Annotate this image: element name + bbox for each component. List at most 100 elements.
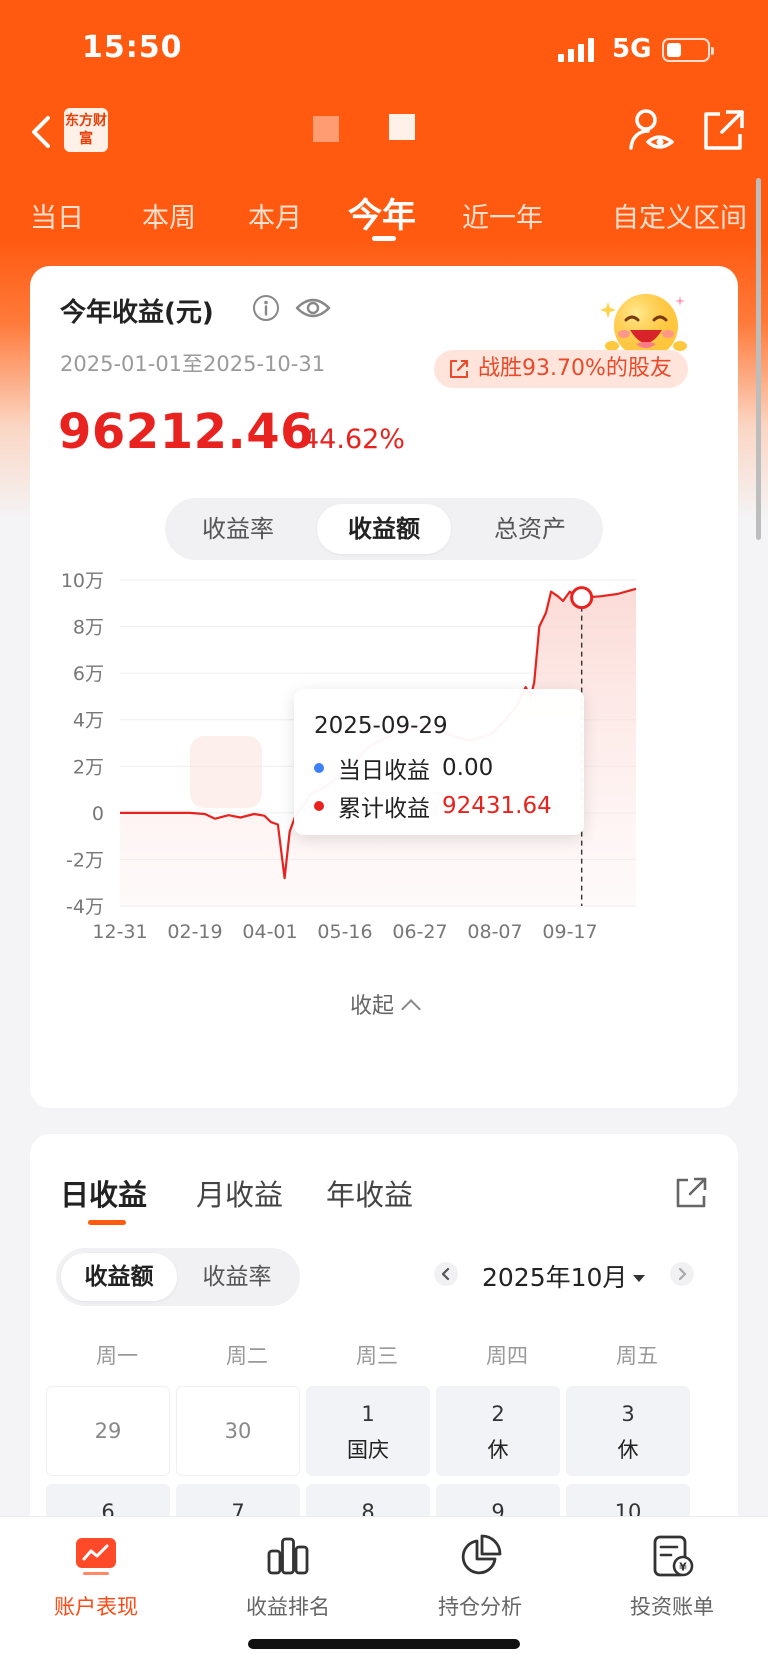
y-tick-label: -2万: [66, 849, 104, 871]
tooltip-label: 当日收益: [338, 758, 430, 784]
weekday-tue: 周二: [226, 1344, 268, 1368]
date-range: 2025-01-01至2025-10-31: [60, 352, 326, 376]
tab-last-year[interactable]: 近一年: [462, 196, 543, 235]
scrollbar[interactable]: [756, 178, 761, 540]
bill-icon: ¥: [653, 1535, 694, 1577]
eye-icon[interactable]: [294, 294, 332, 322]
chart-tab-profit-amount[interactable]: 收益额: [317, 504, 451, 554]
tab-monthly-profit[interactable]: 月收益: [196, 1172, 283, 1214]
tab-this-month[interactable]: 本月: [248, 196, 302, 235]
calendar-day[interactable]: 30: [176, 1386, 300, 1476]
user-privacy-icon[interactable]: [628, 106, 676, 154]
share-icon[interactable]: [700, 108, 746, 154]
beat-percentage-text: 战胜93.70%的股友: [478, 356, 672, 381]
total-profit-value: 96212.46: [58, 404, 315, 460]
daily-mode-segment: 收益额 收益率: [56, 1248, 300, 1306]
tooltip-value: 0.00: [442, 755, 494, 781]
y-tick-label: 10万: [61, 570, 104, 592]
tab-this-year[interactable]: 今年: [348, 188, 416, 237]
day-number: 1: [361, 1402, 375, 1426]
tab-custom-range[interactable]: 自定义区间: [612, 196, 747, 235]
day-note: 休: [617, 1438, 639, 1462]
calendar-day[interactable]: 2休: [436, 1386, 560, 1476]
daily-tab-indicator: [88, 1220, 126, 1225]
mode-return-rate[interactable]: 收益率: [179, 1253, 295, 1301]
cumulative-dot-icon: [314, 801, 324, 811]
y-tick-label: 2万: [73, 756, 104, 778]
back-arrow-icon[interactable]: [24, 112, 64, 152]
tab-yearly-profit[interactable]: 年收益: [326, 1172, 413, 1214]
weekday-thu: 周四: [486, 1344, 528, 1368]
day-note: 休: [487, 1438, 509, 1462]
watermark-logo: [190, 736, 262, 808]
x-tick-label: 08-07: [467, 921, 522, 943]
y-tick-label: 4万: [73, 710, 104, 732]
chevron-left-icon: [441, 1267, 450, 1281]
next-month-button[interactable]: [670, 1262, 694, 1286]
svg-text:¥: ¥: [679, 1561, 687, 1574]
home-indicator: [248, 1639, 520, 1649]
tooltip-value: 92431.64: [442, 793, 552, 819]
month-selector[interactable]: 2025年10月: [482, 1258, 646, 1294]
collapse-label: 收起: [349, 994, 394, 1019]
profit-rate-value: 44.62%: [302, 424, 405, 455]
nav-investment-bill[interactable]: ¥ 投资账单: [576, 1533, 768, 1621]
nav-label: 收益排名: [246, 1595, 330, 1619]
x-tick-label: 09-17: [542, 921, 597, 943]
x-tick-label: 05-16: [317, 921, 372, 943]
month-label: 2025年10月: [482, 1263, 628, 1292]
pie-chart-icon: [461, 1534, 502, 1575]
calendar-day[interactable]: 1 国庆: [306, 1386, 430, 1476]
x-tick-label: 02-19: [167, 921, 222, 943]
beat-percentage-badge[interactable]: 战胜93.70%的股友: [434, 350, 688, 388]
status-bar: 15:50 5G: [0, 0, 768, 100]
info-icon[interactable]: [252, 294, 280, 322]
share-small-icon: [450, 360, 468, 378]
tooltip-date: 2025-09-29: [314, 713, 448, 739]
y-tick-label: -4万: [66, 896, 104, 918]
tab-this-week[interactable]: 本周: [142, 196, 196, 235]
weekday-fri: 周五: [616, 1344, 658, 1368]
chart-tooltip: 2025-09-29 当日收益 0.00 累计收益 92431.64: [294, 689, 584, 835]
share-icon[interactable]: [674, 1176, 708, 1210]
yearly-profit-card: 今年收益(元) 2025-01-01至2025-10-31 战胜93.70%的股…: [30, 266, 738, 1108]
nav-account-performance[interactable]: 账户表现: [0, 1533, 192, 1621]
day-number: 2: [491, 1402, 505, 1426]
day-number: 29: [94, 1419, 122, 1443]
chevron-right-icon: [678, 1267, 687, 1281]
chart-mode-segment: 收益率 收益额 总资产: [165, 498, 603, 560]
previous-month-button[interactable]: [434, 1262, 458, 1286]
x-tick-label: 04-01: [242, 921, 297, 943]
bottom-nav: 账户表现 收益排名 持仓分析 ¥ 投资账单: [0, 1516, 768, 1664]
app-logo: 东方财富: [64, 108, 108, 152]
status-time: 15:50: [82, 30, 183, 65]
collapse-button[interactable]: 收起: [30, 988, 738, 1020]
battery-icon: [662, 38, 714, 62]
tab-today[interactable]: 当日: [30, 196, 84, 235]
top-nav: 东方财富: [0, 100, 768, 180]
nav-label: 持仓分析: [438, 1595, 522, 1619]
nav-profit-ranking[interactable]: 收益排名: [192, 1533, 384, 1621]
tab-daily-profit[interactable]: 日收益: [60, 1172, 147, 1214]
calendar-day[interactable]: 29: [46, 1386, 170, 1476]
card-title: 今年收益(元): [60, 298, 214, 328]
masked-account-name: [313, 116, 339, 142]
weekday-wed: 周三: [356, 1344, 398, 1368]
y-tick-label: 8万: [73, 617, 104, 639]
ranking-icon: [267, 1537, 309, 1575]
chart-tab-return-rate[interactable]: 收益率: [171, 504, 305, 554]
battery-level: [667, 43, 681, 57]
mode-profit-amount[interactable]: 收益额: [61, 1253, 177, 1301]
tooltip-label: 累计收益: [338, 796, 430, 822]
chart-icon: [76, 1538, 116, 1575]
day-note: 国庆: [347, 1438, 389, 1462]
nav-label: 投资账单: [630, 1595, 714, 1619]
chart-tab-total-assets[interactable]: 总资产: [463, 504, 597, 554]
period-tabs: 当日 本周 本月 今年 近一年 自定义区间: [0, 184, 768, 248]
weekday-mon: 周一: [96, 1344, 138, 1368]
nav-holding-analysis[interactable]: 持仓分析: [384, 1533, 576, 1621]
highlight-point: [570, 586, 594, 610]
x-tick-label: 12-31: [92, 921, 147, 943]
calendar-day[interactable]: 3休: [566, 1386, 690, 1476]
masked-account-name: [389, 114, 415, 140]
